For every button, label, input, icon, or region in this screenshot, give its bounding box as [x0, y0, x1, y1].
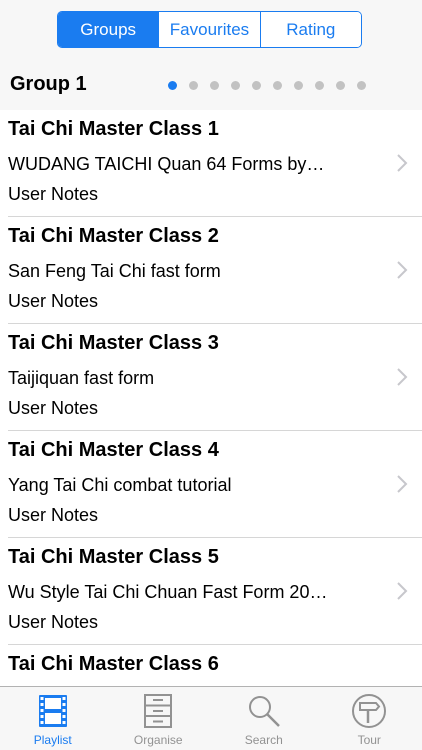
item-notes: User Notes	[8, 291, 99, 311]
item-title: Tai Chi Master Class 5	[8, 546, 219, 568]
cabinet-icon	[144, 694, 173, 728]
page-dot	[168, 81, 177, 90]
page-indicator[interactable]	[168, 81, 366, 90]
tab-organise[interactable]: Organise	[106, 687, 212, 750]
page-dot	[210, 81, 219, 90]
item-title: Tai Chi Master Class 6	[8, 653, 219, 675]
page-dot	[336, 81, 345, 90]
chevron-right-icon	[397, 261, 408, 279]
item-notes: User Notes	[8, 184, 99, 204]
page-dot	[357, 81, 366, 90]
tab-label: Tour	[357, 733, 381, 747]
segment-rating[interactable]: Rating	[259, 12, 361, 47]
tab-bar: Playlist Organise Search Tour	[0, 686, 422, 750]
page-dot	[252, 81, 261, 90]
app-screen: Groups Favourites Rating Group 1 Tai Chi…	[0, 0, 422, 750]
tab-search[interactable]: Search	[211, 687, 317, 750]
item-title: Tai Chi Master Class 4	[8, 439, 219, 461]
list-item[interactable]: Tai Chi Master Class 5 Wu Style Tai Chi …	[0, 538, 422, 645]
page-dot	[273, 81, 282, 90]
segmented-control: Groups Favourites Rating	[57, 11, 362, 48]
magnifier-icon	[248, 696, 280, 727]
item-subtitle: Taijiquan fast form	[8, 368, 155, 388]
tab-label: Search	[244, 733, 283, 747]
chevron-right-icon	[397, 475, 408, 493]
tab-label: Playlist	[33, 733, 72, 747]
list-item[interactable]: Tai Chi Master Class 2 San Feng Tai Chi …	[0, 217, 422, 324]
list-item[interactable]: Tai Chi Master Class 4 Yang Tai Chi comb…	[0, 431, 422, 538]
item-subtitle: WUDANG TAICHI Quan 64 Forms by…	[8, 154, 325, 174]
item-title: Tai Chi Master Class 1	[8, 118, 219, 140]
segment-groups[interactable]: Groups	[58, 12, 159, 47]
playlist-list: Tai Chi Master Class 1 WUDANG TAICHI Qua…	[0, 110, 422, 750]
tab-playlist[interactable]: Playlist	[0, 687, 106, 750]
page-dot	[294, 81, 303, 90]
item-subtitle: Wu Style Tai Chi Chuan Fast Form 20…	[8, 582, 328, 602]
tab-tour[interactable]: Tour	[317, 687, 422, 750]
tab-label: Organise	[133, 733, 183, 747]
item-subtitle: San Feng Tai Chi fast form	[8, 261, 221, 281]
item-notes: User Notes	[8, 505, 99, 525]
film-strip-icon	[38, 695, 67, 727]
list-item[interactable]: Tai Chi Master Class 1 WUDANG TAICHI Qua…	[0, 110, 422, 217]
chevron-right-icon	[397, 154, 408, 172]
segment-bar: Groups Favourites Rating	[0, 0, 422, 60]
group-title: Group 1	[10, 73, 87, 95]
item-title: Tai Chi Master Class 2	[8, 225, 219, 247]
item-title: Tai Chi Master Class 3	[8, 332, 219, 354]
segment-favourites[interactable]: Favourites	[158, 12, 260, 47]
list-item[interactable]: Tai Chi Master Class 3 Taijiquan fast fo…	[0, 324, 422, 431]
chevron-right-icon	[397, 582, 408, 600]
page-dot	[231, 81, 240, 90]
page-dot	[315, 81, 324, 90]
item-subtitle: Yang Tai Chi combat tutorial	[8, 475, 232, 495]
item-notes: User Notes	[8, 398, 99, 418]
page-dot	[189, 81, 198, 90]
chevron-right-icon	[397, 368, 408, 386]
signpost-icon	[352, 694, 387, 728]
group-header: Group 1	[0, 60, 422, 110]
item-notes: User Notes	[8, 612, 99, 632]
